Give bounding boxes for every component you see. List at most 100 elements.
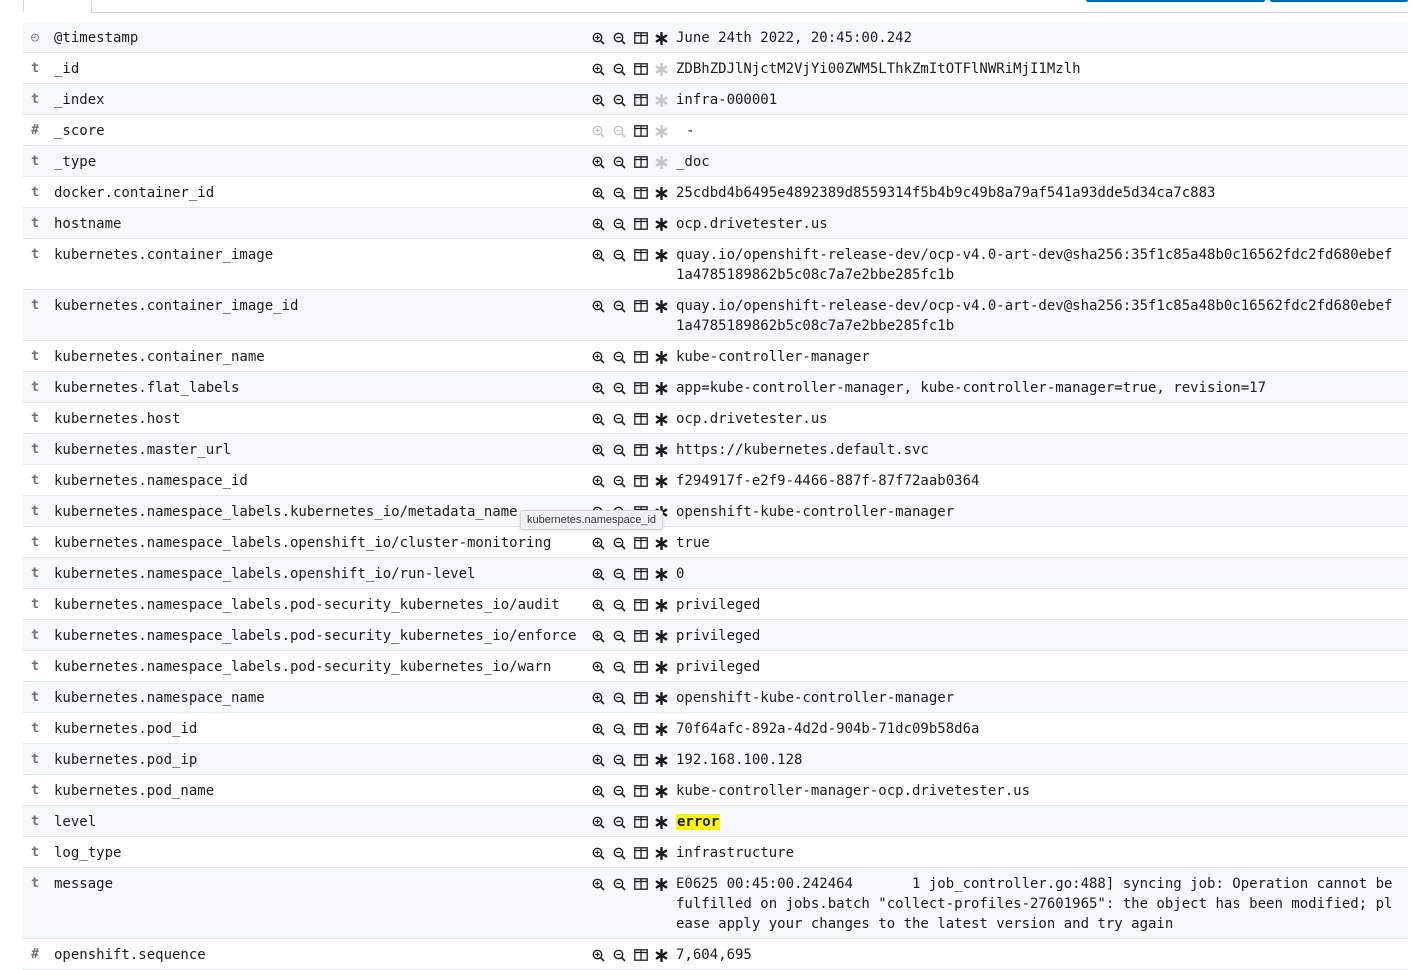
filter-out-value-icon[interactable] — [609, 471, 630, 491]
filter-for-field-present-icon[interactable] — [651, 781, 672, 801]
filter-out-value-icon[interactable] — [609, 781, 630, 801]
filter-for-value-icon[interactable] — [588, 564, 609, 584]
filter-for-field-present-icon[interactable] — [651, 378, 672, 398]
filter-for-value-icon[interactable] — [588, 28, 609, 48]
filter-for-value-icon[interactable] — [588, 719, 609, 739]
toggle-column-icon[interactable] — [630, 471, 651, 491]
filter-for-field-present-icon[interactable] — [651, 296, 672, 316]
filter-for-field-present-icon[interactable] — [651, 183, 672, 203]
filter-for-field-present-icon[interactable] — [651, 245, 672, 265]
filter-for-value-icon[interactable] — [588, 843, 609, 863]
filter-for-field-present-icon[interactable] — [651, 28, 672, 48]
filter-out-value-icon[interactable] — [609, 409, 630, 429]
filter-for-field-present-icon[interactable] — [651, 812, 672, 832]
toggle-column-icon[interactable] — [630, 347, 651, 367]
filter-for-value-icon[interactable] — [588, 945, 609, 965]
filter-for-value-icon[interactable] — [588, 750, 609, 770]
filter-for-value-icon[interactable] — [588, 409, 609, 429]
filter-for-value-icon[interactable] — [588, 471, 609, 491]
toggle-column-icon[interactable] — [630, 945, 651, 965]
filter-out-value-icon[interactable] — [609, 874, 630, 894]
filter-for-field-present-icon[interactable] — [651, 843, 672, 863]
toggle-column-icon[interactable] — [630, 214, 651, 234]
filter-out-value-icon[interactable] — [609, 657, 630, 677]
filter-out-value-icon[interactable] — [609, 90, 630, 110]
filter-out-value-icon[interactable] — [609, 121, 630, 141]
filter-for-value-icon[interactable] — [588, 214, 609, 234]
filter-for-value-icon[interactable] — [588, 874, 609, 894]
filter-for-field-present-icon[interactable] — [651, 347, 672, 367]
filter-out-value-icon[interactable] — [609, 183, 630, 203]
toggle-column-icon[interactable] — [630, 564, 651, 584]
toggle-column-icon[interactable] — [630, 183, 651, 203]
filter-for-field-present-icon[interactable] — [651, 214, 672, 234]
filter-for-value-icon[interactable] — [588, 245, 609, 265]
toggle-column-icon[interactable] — [630, 378, 651, 398]
toggle-column-icon[interactable] — [630, 874, 651, 894]
filter-for-value-icon[interactable] — [588, 296, 609, 316]
filter-for-field-present-icon[interactable] — [651, 59, 672, 79]
toggle-column-icon[interactable] — [630, 781, 651, 801]
view-surrounding-documents-button[interactable] — [1086, 0, 1265, 2]
filter-for-value-icon[interactable] — [588, 595, 609, 615]
toggle-column-icon[interactable] — [630, 750, 651, 770]
filter-for-field-present-icon[interactable] — [651, 471, 672, 491]
filter-out-value-icon[interactable] — [609, 688, 630, 708]
toggle-column-icon[interactable] — [630, 152, 651, 172]
filter-out-value-icon[interactable] — [609, 533, 630, 553]
filter-for-value-icon[interactable] — [588, 533, 609, 553]
filter-out-value-icon[interactable] — [609, 378, 630, 398]
filter-out-value-icon[interactable] — [609, 59, 630, 79]
filter-for-field-present-icon[interactable] — [651, 533, 672, 553]
filter-for-field-present-icon[interactable] — [651, 874, 672, 894]
filter-for-field-present-icon[interactable] — [651, 440, 672, 460]
filter-out-value-icon[interactable] — [609, 214, 630, 234]
filter-for-field-present-icon[interactable] — [651, 90, 672, 110]
filter-for-field-present-icon[interactable] — [651, 152, 672, 172]
filter-for-field-present-icon[interactable] — [651, 750, 672, 770]
filter-for-field-present-icon[interactable] — [651, 409, 672, 429]
tab-table[interactable] — [23, 0, 92, 12]
toggle-column-icon[interactable] — [630, 533, 651, 553]
filter-out-value-icon[interactable] — [609, 812, 630, 832]
filter-out-value-icon[interactable] — [609, 296, 630, 316]
toggle-column-icon[interactable] — [630, 626, 651, 646]
view-single-document-button[interactable] — [1270, 0, 1408, 2]
filter-out-value-icon[interactable] — [609, 595, 630, 615]
filter-out-value-icon[interactable] — [609, 28, 630, 48]
toggle-column-icon[interactable] — [630, 812, 651, 832]
filter-out-value-icon[interactable] — [609, 750, 630, 770]
filter-out-value-icon[interactable] — [609, 945, 630, 965]
filter-for-value-icon[interactable] — [588, 657, 609, 677]
toggle-column-icon[interactable] — [630, 409, 651, 429]
filter-out-value-icon[interactable] — [609, 843, 630, 863]
filter-for-value-icon[interactable] — [588, 812, 609, 832]
filter-for-value-icon[interactable] — [588, 781, 609, 801]
filter-for-field-present-icon[interactable] — [651, 626, 672, 646]
filter-out-value-icon[interactable] — [609, 440, 630, 460]
filter-for-value-icon[interactable] — [588, 347, 609, 367]
toggle-column-icon[interactable] — [630, 90, 651, 110]
toggle-column-icon[interactable] — [630, 657, 651, 677]
filter-out-value-icon[interactable] — [609, 564, 630, 584]
toggle-column-icon[interactable] — [630, 719, 651, 739]
filter-for-value-icon[interactable] — [588, 90, 609, 110]
filter-out-value-icon[interactable] — [609, 719, 630, 739]
filter-for-value-icon[interactable] — [588, 59, 609, 79]
toggle-column-icon[interactable] — [630, 843, 651, 863]
filter-out-value-icon[interactable] — [609, 626, 630, 646]
filter-for-field-present-icon[interactable] — [651, 719, 672, 739]
filter-for-field-present-icon[interactable] — [651, 121, 672, 141]
filter-for-value-icon[interactable] — [588, 121, 609, 141]
toggle-column-icon[interactable] — [630, 121, 651, 141]
filter-for-value-icon[interactable] — [588, 688, 609, 708]
toggle-column-icon[interactable] — [630, 296, 651, 316]
filter-for-value-icon[interactable] — [588, 152, 609, 172]
filter-for-field-present-icon[interactable] — [651, 564, 672, 584]
filter-for-value-icon[interactable] — [588, 626, 609, 646]
filter-for-field-present-icon[interactable] — [651, 945, 672, 965]
toggle-column-icon[interactable] — [630, 59, 651, 79]
filter-for-field-present-icon[interactable] — [651, 688, 672, 708]
toggle-column-icon[interactable] — [630, 28, 651, 48]
toggle-column-icon[interactable] — [630, 595, 651, 615]
